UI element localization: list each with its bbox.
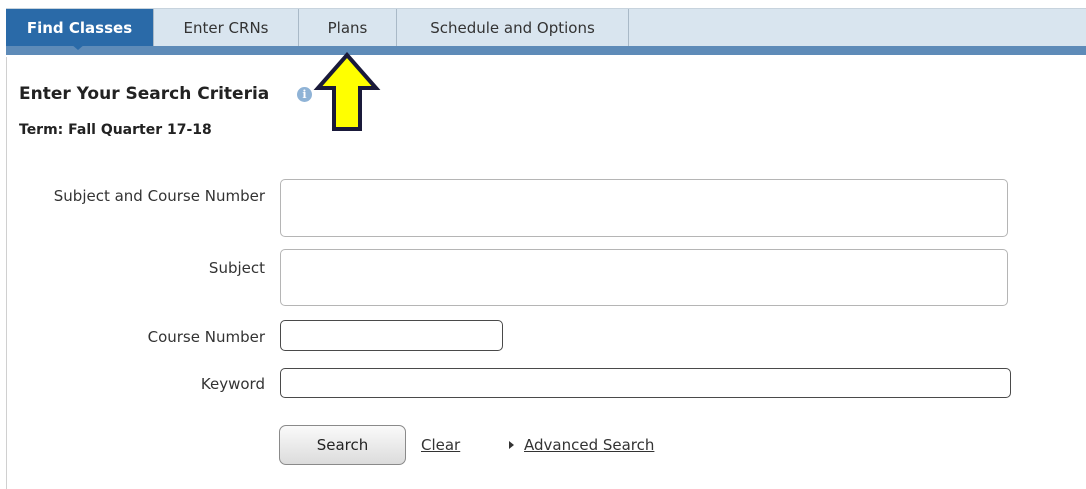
tab-schedule-and-options[interactable]: Schedule and Options <box>397 9 629 46</box>
subject-input[interactable] <box>280 249 1008 306</box>
course-number-input[interactable] <box>280 320 503 351</box>
clear-link[interactable]: Clear <box>421 436 460 454</box>
advanced-search-link[interactable]: Advanced Search <box>524 436 654 454</box>
course-number-label: Course Number <box>147 328 265 346</box>
tab-find-classes[interactable]: Find Classes <box>6 9 153 46</box>
content-border <box>6 57 7 489</box>
keyword-label: Keyword <box>200 375 265 393</box>
tab-plans[interactable]: Plans <box>299 9 397 46</box>
subject-course-label: Subject and Course Number <box>53 187 265 205</box>
subject-course-input[interactable] <box>280 179 1008 237</box>
caret-right-icon <box>509 441 514 449</box>
subject-label: Subject <box>208 259 265 277</box>
find-classes-page: Find Classes Enter CRNs Plans Schedule a… <box>0 0 1086 489</box>
tab-bar-underline <box>6 46 1086 55</box>
page-title: Enter Your Search Criteria <box>19 84 270 104</box>
tab-enter-crns[interactable]: Enter CRNs <box>153 9 299 46</box>
info-icon[interactable]: i <box>297 87 312 102</box>
keyword-input[interactable] <box>280 368 1011 398</box>
term-label: Term: Fall Quarter 17-18 <box>19 122 212 138</box>
yellow-up-arrow-icon <box>313 52 381 131</box>
active-tab-pointer-icon <box>71 44 85 50</box>
search-button[interactable]: Search <box>279 425 406 465</box>
